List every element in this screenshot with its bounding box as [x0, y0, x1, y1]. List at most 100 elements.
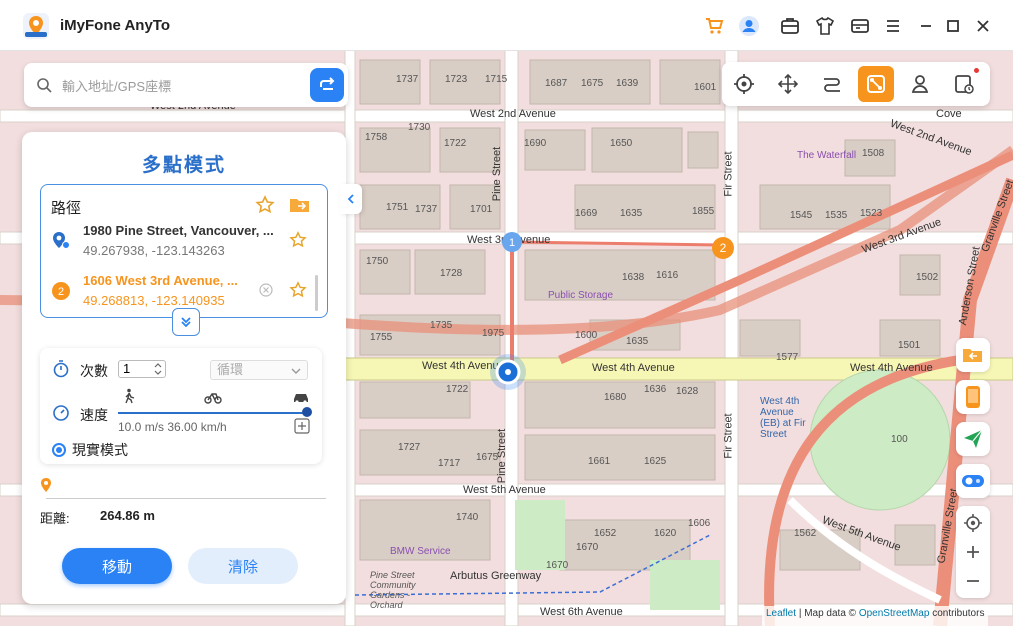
toolbox-icon[interactable]: [778, 14, 802, 38]
building-number: 1636: [644, 384, 667, 395]
street-label: Fir Street: [722, 151, 735, 197]
car-icon[interactable]: [292, 390, 310, 404]
redirect-arrow-icon: [320, 77, 335, 90]
expand-route-button[interactable]: [172, 308, 200, 336]
zoom-out-button[interactable]: [956, 566, 990, 596]
building-number: 1680: [604, 392, 627, 403]
route-list: 路徑 1980 Pine Street, Vancouver, ... 49.2…: [40, 184, 328, 318]
waypoint-1-marker-icon[interactable]: 1: [501, 231, 523, 253]
route-list-scrollbar[interactable]: [315, 275, 318, 311]
import-folder-icon[interactable]: [289, 195, 311, 215]
real-mode-label: 現實模式: [72, 442, 128, 458]
star-add-icon[interactable]: [255, 195, 275, 215]
speed-readout: 10.0 m/s 36.00 km/h: [118, 420, 227, 434]
poi-label: Pine Street Community Gardens - Orchard: [370, 570, 416, 610]
building-number: 1740: [456, 512, 479, 523]
building-number: 1722: [446, 384, 469, 395]
building-number: 1690: [524, 138, 547, 149]
building-number: 1975: [482, 328, 505, 339]
poi-label: BMW Service: [390, 546, 451, 557]
game-mode-toggle[interactable]: [956, 464, 990, 498]
import-gpx-button[interactable]: [956, 338, 990, 372]
tshirt-icon[interactable]: [813, 14, 837, 38]
building-number: 1722: [444, 138, 467, 149]
real-mode-radio[interactable]: [52, 443, 66, 457]
device-button[interactable]: [956, 380, 990, 414]
building-number: 1635: [626, 336, 649, 347]
account-icon[interactable]: [737, 14, 761, 38]
clear-button[interactable]: 清除: [188, 548, 298, 584]
add-box-icon[interactable]: [294, 418, 310, 434]
osm-link[interactable]: OpenStreetMap: [859, 608, 930, 619]
building-number: 1628: [676, 386, 699, 397]
speed-slider[interactable]: [118, 412, 306, 414]
jump-mode-button[interactable]: [902, 66, 938, 102]
building-number: 100: [891, 434, 908, 445]
street-label: West 5th Avenue: [463, 484, 546, 496]
building-number: 1501: [898, 340, 921, 351]
minimize-icon[interactable]: [914, 14, 938, 38]
waypoint-2-marker-icon[interactable]: 2: [711, 236, 735, 260]
building-number: 1670: [546, 560, 569, 571]
teleport-mode-button[interactable]: [726, 66, 762, 102]
poi-label: The Waterfall: [797, 150, 857, 161]
star-icon[interactable]: [289, 281, 307, 299]
route-icon: [824, 78, 840, 92]
collapse-panel-button[interactable]: [340, 184, 362, 214]
cart-icon[interactable]: [702, 14, 726, 38]
street-label: West 6th Avenue: [540, 606, 623, 618]
location-pin-icon: [53, 232, 70, 249]
building-number: 1650: [610, 138, 633, 149]
close-icon[interactable]: [971, 14, 995, 38]
zoom-in-button[interactable]: [956, 537, 990, 567]
joystick-mode-button[interactable]: [770, 66, 806, 102]
building-number: 1717: [438, 458, 461, 469]
street-label: Fir Street: [722, 413, 735, 459]
loop-mode-select[interactable]: 循環: [210, 360, 308, 380]
notification-dot: [974, 68, 979, 73]
building-number: 1701: [470, 204, 493, 215]
mode-toolbar: [722, 62, 990, 106]
remove-icon[interactable]: [259, 283, 273, 297]
mail-icon[interactable]: [848, 14, 872, 38]
bicycle-icon[interactable]: [204, 390, 222, 404]
maximize-icon[interactable]: [941, 14, 965, 38]
building-number: 1601: [694, 82, 717, 93]
current-location-icon[interactable]: [488, 352, 528, 392]
search-go-button[interactable]: [310, 68, 344, 102]
count-stepper[interactable]: 1: [118, 360, 166, 378]
plus-icon: [967, 546, 979, 558]
building-number: 1545: [790, 210, 813, 221]
menu-icon[interactable]: [881, 14, 905, 38]
double-chevron-down-icon: [181, 317, 191, 328]
real-mode-option[interactable]: 現實模式: [52, 440, 128, 460]
building-number: 1727: [398, 442, 421, 453]
speed-label: 速度: [80, 407, 108, 423]
waypoint-item-1[interactable]: 1980 Pine Street, Vancouver, ... 49.2679…: [51, 223, 321, 267]
waypoint-name: 1606 West 3rd Avenue, ...: [83, 273, 238, 288]
attribution-text: | Map data ©: [798, 608, 857, 619]
distance-value: 264.86 m: [100, 508, 155, 523]
building-number: 1750: [366, 256, 389, 267]
speed-slider-handle[interactable]: [302, 407, 312, 417]
panel-title: 多點模式: [141, 154, 226, 176]
building-number: 1735: [430, 320, 453, 331]
building-number: 1737: [396, 74, 419, 85]
app-window: iMyFone AnyTo West 2nd Avenue West 2nd A…: [0, 0, 1013, 626]
leaflet-link[interactable]: Leaflet: [766, 608, 796, 619]
attribution-contrib: contributors: [932, 608, 985, 619]
multi-spot-mode-button[interactable]: [858, 66, 894, 102]
move-button[interactable]: 移動: [62, 548, 172, 584]
building-number: 1670: [576, 542, 599, 553]
walk-icon[interactable]: [122, 388, 136, 404]
building-number: 1523: [860, 208, 883, 219]
stepper-arrows-icon[interactable]: [153, 362, 163, 376]
search-input[interactable]: [60, 75, 304, 97]
two-spot-mode-button[interactable]: [814, 66, 850, 102]
count-label: 次數: [80, 363, 108, 379]
building-number: 1639: [616, 78, 639, 89]
history-button[interactable]: [946, 66, 982, 102]
star-icon[interactable]: [289, 231, 307, 249]
send-location-button[interactable]: [956, 422, 990, 456]
locate-me-button[interactable]: [956, 508, 990, 538]
